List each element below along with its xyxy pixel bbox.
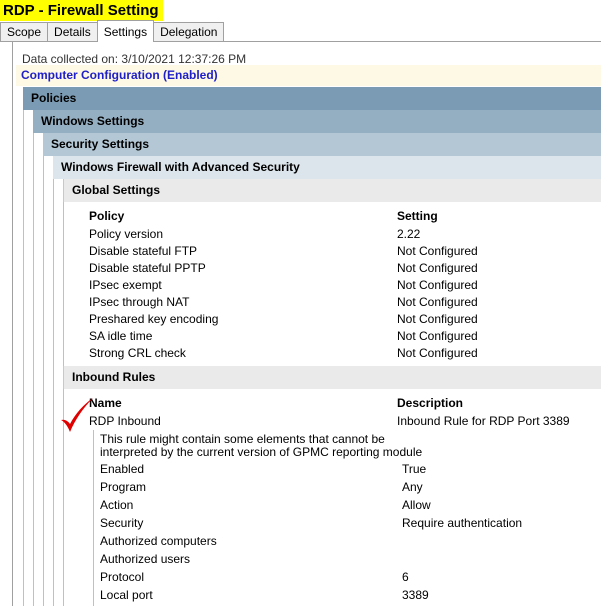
tab-delegation[interactable]: Delegation bbox=[153, 22, 225, 42]
detail-label: Protocol bbox=[100, 570, 145, 584]
policy-setting: Not Configured bbox=[397, 346, 478, 360]
indent-line bbox=[33, 133, 34, 606]
tab-details[interactable]: Details bbox=[47, 22, 98, 42]
panel-border bbox=[12, 42, 13, 606]
rule-note: interpreted by the current version of GP… bbox=[100, 445, 423, 459]
policy-setting: Not Configured bbox=[397, 329, 478, 343]
detail-value: True bbox=[402, 462, 427, 476]
computer-configuration-header[interactable]: Computer Configuration (Enabled) bbox=[16, 65, 601, 86]
section-windows-firewall[interactable]: Windows Firewall with Advanced Security bbox=[53, 156, 601, 179]
policy-name: IPsec exempt bbox=[89, 278, 162, 292]
column-header-policy: Policy bbox=[89, 209, 125, 223]
policy-name: Strong CRL check bbox=[89, 346, 186, 360]
detail-label: Authorized computers bbox=[100, 534, 217, 548]
rule-note: This rule might contain some elements th… bbox=[100, 432, 385, 446]
policy-name: Preshared key encoding bbox=[89, 312, 219, 326]
section-inbound-rules[interactable]: Inbound Rules bbox=[63, 366, 601, 389]
data-collected-text: Data collected on: 3/10/2021 12:37:26 PM bbox=[22, 52, 247, 66]
section-global-settings[interactable]: Global Settings bbox=[63, 179, 601, 202]
detail-value: Require authentication bbox=[402, 516, 523, 530]
indent-line bbox=[53, 179, 54, 606]
detail-label: Security bbox=[100, 516, 144, 530]
window-title: RDP - Firewall Setting bbox=[0, 0, 163, 21]
tab-settings[interactable]: Settings bbox=[96, 20, 155, 42]
rule-name: RDP Inbound bbox=[89, 414, 161, 428]
policy-setting: 2.22 bbox=[397, 227, 421, 241]
column-header-setting: Setting bbox=[397, 209, 438, 223]
rule-description: Inbound Rule for RDP Port 3389 bbox=[397, 414, 570, 428]
detail-label: Local port bbox=[100, 588, 153, 602]
policy-setting: Not Configured bbox=[397, 244, 478, 258]
detail-value: 3389 bbox=[402, 588, 429, 602]
detail-label: Authorized users bbox=[100, 552, 191, 566]
policy-name: Disable stateful PPTP bbox=[89, 261, 206, 275]
detail-label: Program bbox=[100, 480, 147, 494]
section-policies[interactable]: Policies bbox=[23, 87, 601, 110]
indent-line bbox=[23, 110, 24, 606]
detail-value: Allow bbox=[402, 498, 431, 512]
tab-scope[interactable]: Scope bbox=[0, 22, 49, 42]
policy-setting: Not Configured bbox=[397, 278, 478, 292]
detail-label: Enabled bbox=[100, 462, 145, 476]
section-security-settings[interactable]: Security Settings bbox=[43, 133, 601, 156]
section-windows-settings[interactable]: Windows Settings bbox=[33, 110, 601, 133]
detail-value: 6 bbox=[402, 570, 409, 584]
policy-name: IPsec through NAT bbox=[89, 295, 190, 309]
indent-line bbox=[63, 202, 64, 366]
checkmark-icon bbox=[61, 398, 93, 432]
detail-value: Any bbox=[402, 480, 423, 494]
policy-setting: Not Configured bbox=[397, 312, 478, 326]
tab-divider bbox=[0, 41, 601, 42]
policy-name: SA idle time bbox=[89, 329, 153, 343]
policy-setting: Not Configured bbox=[397, 261, 478, 275]
rule-detail-indent bbox=[93, 430, 94, 606]
policy-name: Policy version bbox=[89, 227, 164, 241]
policy-setting: Not Configured bbox=[397, 295, 478, 309]
detail-label: Action bbox=[100, 498, 134, 512]
tab-strip: Scope Details Settings Delegation bbox=[0, 20, 225, 42]
indent-line bbox=[43, 156, 44, 606]
column-header-description: Description bbox=[397, 396, 464, 410]
policy-name: Disable stateful FTP bbox=[89, 244, 198, 258]
